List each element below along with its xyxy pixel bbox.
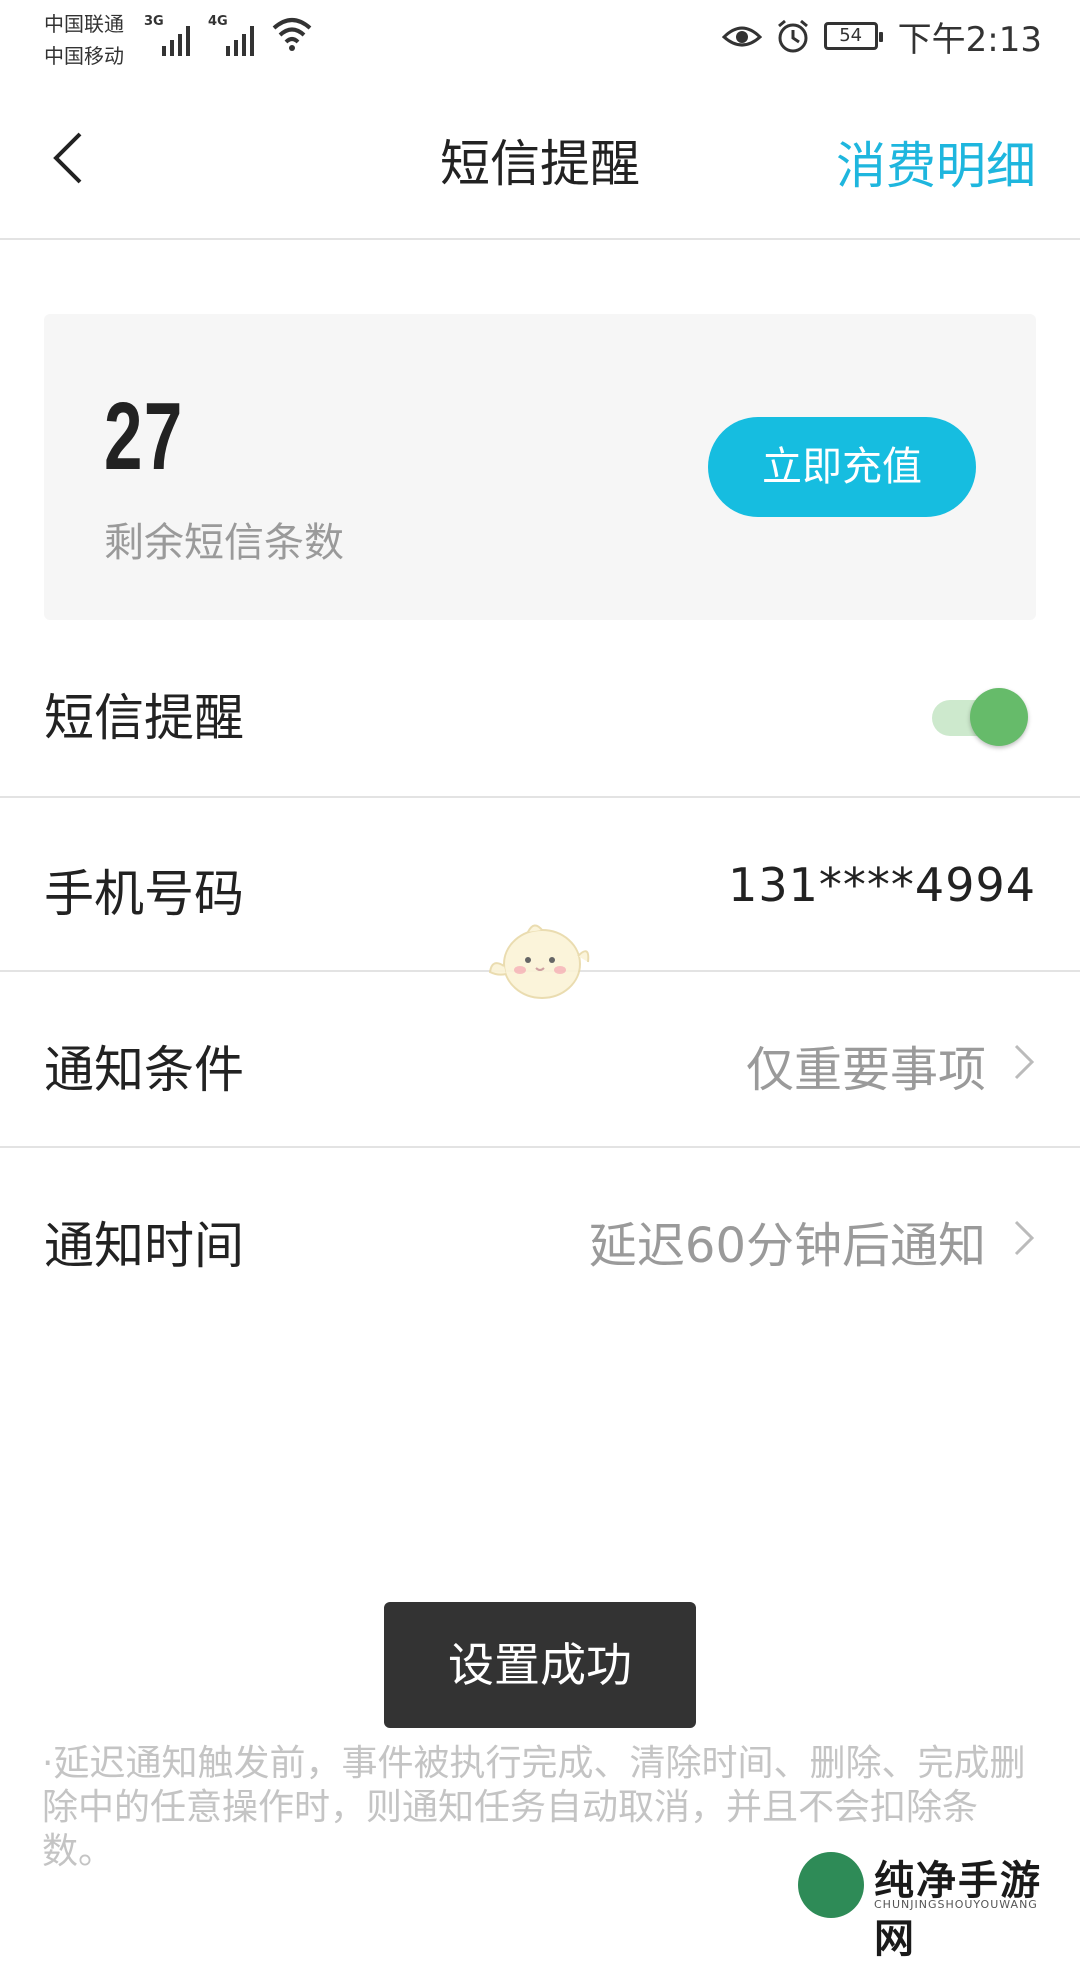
phone-number-value: 131****4994 <box>728 858 1036 912</box>
signal-icon: 4G <box>208 14 254 56</box>
chevron-right-icon <box>1014 1044 1035 1080</box>
battery-icon: 54 <box>823 22 883 50</box>
sms-balance-card: 27 剩余短信条数 立即充值 <box>44 314 1036 620</box>
watermark-mascot-icon <box>488 924 590 999</box>
watermark-logo: 纯净手游网 CHUNJINGSHOUYOUWANG <box>798 1848 1080 1962</box>
watermark-sub: CHUNJINGSHOUYOUWANG <box>874 1898 1038 1911</box>
status-bar: 中国联通 中国移动 3G 4G 54 下午2:13 <box>0 0 1080 80</box>
sms-reminder-toggle[interactable] <box>932 684 1028 748</box>
status-right: 54 下午2:13 <box>721 12 1042 60</box>
network-type-2: 4G <box>208 14 228 29</box>
sms-reminder-row: 短信提醒 <box>0 640 1080 798</box>
phone-number-label: 手机号码 <box>44 865 244 923</box>
carrier-names: 中国联通 中国移动 <box>44 8 124 72</box>
notify-condition-value: 仅重要事项 <box>745 1042 986 1098</box>
sms-reminder-label: 短信提醒 <box>44 689 244 747</box>
recharge-button[interactable]: 立即充值 <box>708 417 976 517</box>
notify-time-row[interactable]: 通知时间 延迟60分钟后通知 <box>0 1148 1080 1322</box>
eye-icon <box>721 26 762 47</box>
toggle-knob <box>970 688 1028 746</box>
carrier-1: 中国联通 <box>44 12 124 36</box>
remaining-sms-count: 27 <box>104 383 184 490</box>
spending-details-link[interactable]: 消费明细 <box>836 126 1036 198</box>
notify-condition-label: 通知条件 <box>44 1041 244 1099</box>
clock: 下午2:13 <box>897 19 1042 60</box>
alarm-icon <box>777 19 808 53</box>
signal-icon: 3G <box>144 14 190 56</box>
chevron-right-icon <box>1014 1220 1035 1256</box>
wifi-icon <box>272 18 312 51</box>
notify-time-value: 延迟60分钟后通知 <box>588 1218 986 1274</box>
carrier-2: 中国移动 <box>44 44 124 68</box>
success-toast: 设置成功 <box>384 1602 696 1728</box>
leaf-logo-icon <box>798 1852 864 1918</box>
notify-time-label: 通知时间 <box>44 1217 244 1275</box>
header: 短信提醒 消费明细 <box>0 80 1080 240</box>
remaining-sms-caption: 剩余短信条数 <box>104 520 344 566</box>
network-type-1: 3G <box>144 14 164 29</box>
